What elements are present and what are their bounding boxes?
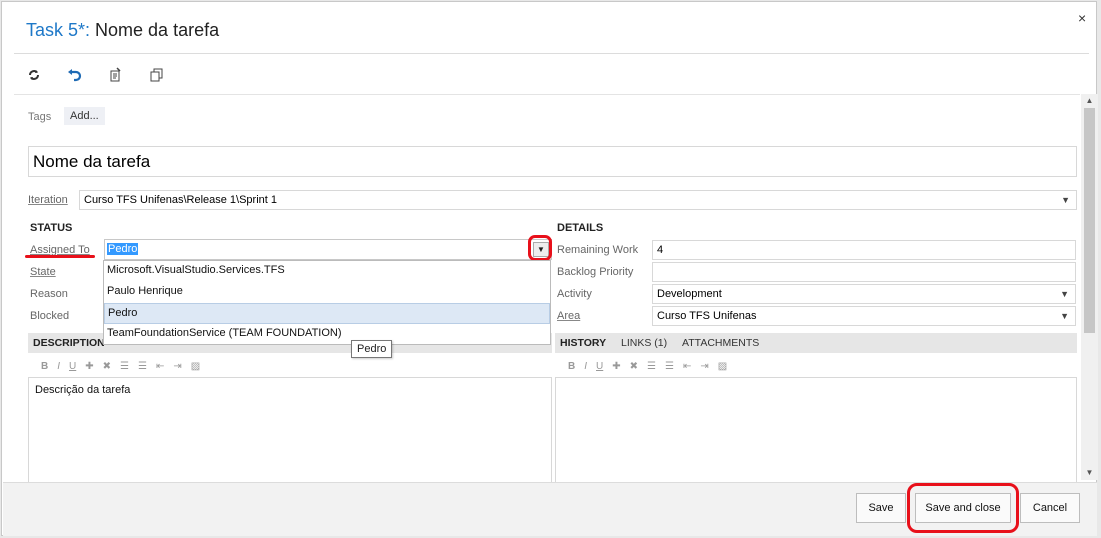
blocked-label: Blocked (30, 310, 70, 322)
refresh-icon[interactable] (22, 64, 46, 86)
history-editor[interactable] (555, 377, 1077, 482)
chevron-down-icon[interactable]: ▼ (1060, 289, 1069, 299)
numbered-list-icon[interactable]: ☰ (665, 361, 674, 372)
work-item-type-id: Task 5*: (26, 20, 91, 40)
bold-icon[interactable]: B (41, 361, 48, 372)
tags-add-button[interactable]: Add... (64, 107, 105, 125)
scrollbar-thumb[interactable] (1084, 108, 1095, 333)
assigned-to-dropdown: Microsoft.VisualStudio.Services.TFS Paul… (103, 260, 551, 345)
activity-value: Development (657, 288, 722, 300)
scroll-up-icon[interactable]: ▲ (1081, 94, 1098, 108)
tooltip: Pedro (351, 340, 393, 358)
link-icon[interactable] (104, 64, 128, 86)
dropdown-option[interactable]: TeamFoundationService (TEAM FOUNDATION) (104, 324, 550, 345)
bold-icon[interactable]: B (568, 361, 575, 372)
tab-attachments[interactable]: ATTACHMENTS (682, 337, 759, 349)
vertical-scrollbar[interactable]: ▲ ▼ (1081, 94, 1098, 480)
title-field[interactable]: Nome da tarefa (28, 146, 1077, 177)
undo-icon[interactable] (63, 64, 87, 86)
underline-icon[interactable]: U (69, 361, 76, 372)
toolbar (22, 64, 186, 86)
font-color-icon[interactable]: ✚ (85, 361, 93, 372)
indent-icon[interactable]: ⇥ (700, 361, 708, 372)
copy-icon[interactable] (145, 64, 169, 86)
work-item-title-text: Nome da tarefa (90, 20, 220, 40)
activity-label: Activity (557, 288, 592, 300)
dropdown-option-selected[interactable]: Pedro (104, 303, 550, 324)
dialog-footer: Save Save and close Cancel (3, 482, 1097, 536)
backlog-priority-label: Backlog Priority (557, 266, 634, 278)
description-title: DESCRIPTION (33, 337, 105, 349)
chevron-down-icon[interactable]: ▼ (1060, 311, 1069, 321)
backlog-priority-field[interactable] (652, 262, 1076, 282)
annotation-underline (25, 255, 95, 258)
details-header: DETAILS (557, 222, 604, 234)
outdent-icon[interactable]: ⇤ (156, 361, 164, 372)
area-label: Area (557, 310, 581, 322)
work-item-dialog: × Task 5*: Nome da tarefa Tags Add... No… (1, 1, 1098, 536)
indent-icon[interactable]: ⇥ (173, 361, 181, 372)
tab-links[interactable]: LINKS (1) (621, 337, 667, 349)
description-editor[interactable]: Descrição da tarefa (28, 377, 552, 482)
assigned-to-value: Pedro (107, 243, 139, 255)
chevron-down-icon[interactable]: ▼ (1061, 195, 1070, 205)
scroll-down-icon[interactable]: ▼ (1081, 466, 1098, 480)
iteration-value: Curso TFS Unifenas\Release 1\Sprint 1 (84, 194, 277, 206)
dropdown-option[interactable]: Microsoft.VisualStudio.Services.TFS (104, 261, 550, 282)
save-button[interactable]: Save (856, 493, 906, 523)
history-header: HISTORY LINKS (1) ATTACHMENTS (555, 333, 1077, 353)
italic-icon[interactable]: I (584, 361, 587, 372)
iteration-field[interactable]: Curso TFS Unifenas\Release 1\Sprint 1 ▼ (79, 190, 1077, 210)
dropdown-option[interactable]: Paulo Henrique (104, 282, 550, 303)
tab-history[interactable]: HISTORY (560, 337, 606, 349)
state-label: State (30, 266, 56, 278)
reason-label: Reason (30, 288, 68, 300)
italic-icon[interactable]: I (57, 361, 60, 372)
image-icon[interactable]: ▨ (718, 361, 727, 372)
remaining-work-label: Remaining Work (557, 244, 639, 256)
close-icon[interactable]: × (1078, 10, 1086, 26)
bullet-list-icon[interactable]: ☰ (647, 361, 656, 372)
chevron-down-icon[interactable]: ▼ (533, 242, 549, 257)
area-value: Curso TFS Unifenas (657, 310, 757, 322)
clear-format-icon[interactable]: ✖ (103, 361, 111, 372)
title-divider (14, 53, 1089, 54)
clear-format-icon[interactable]: ✖ (630, 361, 638, 372)
assigned-to-field[interactable]: Pedro ▼ (104, 239, 552, 260)
status-header: STATUS (30, 222, 73, 234)
history-rte-toolbar: B I U ✚ ✖ ☰ ☰ ⇤ ⇥ ▨ (568, 357, 736, 375)
dialog-title: Task 5*: Nome da tarefa (26, 20, 219, 41)
numbered-list-icon[interactable]: ☰ (138, 361, 147, 372)
bullet-list-icon[interactable]: ☰ (120, 361, 129, 372)
image-icon[interactable]: ▨ (191, 361, 200, 372)
activity-field[interactable]: Development ▼ (652, 284, 1076, 304)
cancel-button[interactable]: Cancel (1020, 493, 1080, 523)
iteration-label: Iteration (28, 194, 68, 206)
remaining-work-field[interactable]: 4 (652, 240, 1076, 260)
description-rte-toolbar: B I U ✚ ✖ ☰ ☰ ⇤ ⇥ ▨ (41, 357, 209, 375)
tags-label: Tags (28, 111, 52, 123)
save-and-close-button[interactable]: Save and close (915, 493, 1011, 523)
form-area: Tags Add... Nome da tarefa Iteration Cur… (14, 94, 1080, 482)
outdent-icon[interactable]: ⇤ (683, 361, 691, 372)
underline-icon[interactable]: U (596, 361, 603, 372)
font-color-icon[interactable]: ✚ (612, 361, 620, 372)
area-field[interactable]: Curso TFS Unifenas ▼ (652, 306, 1076, 326)
